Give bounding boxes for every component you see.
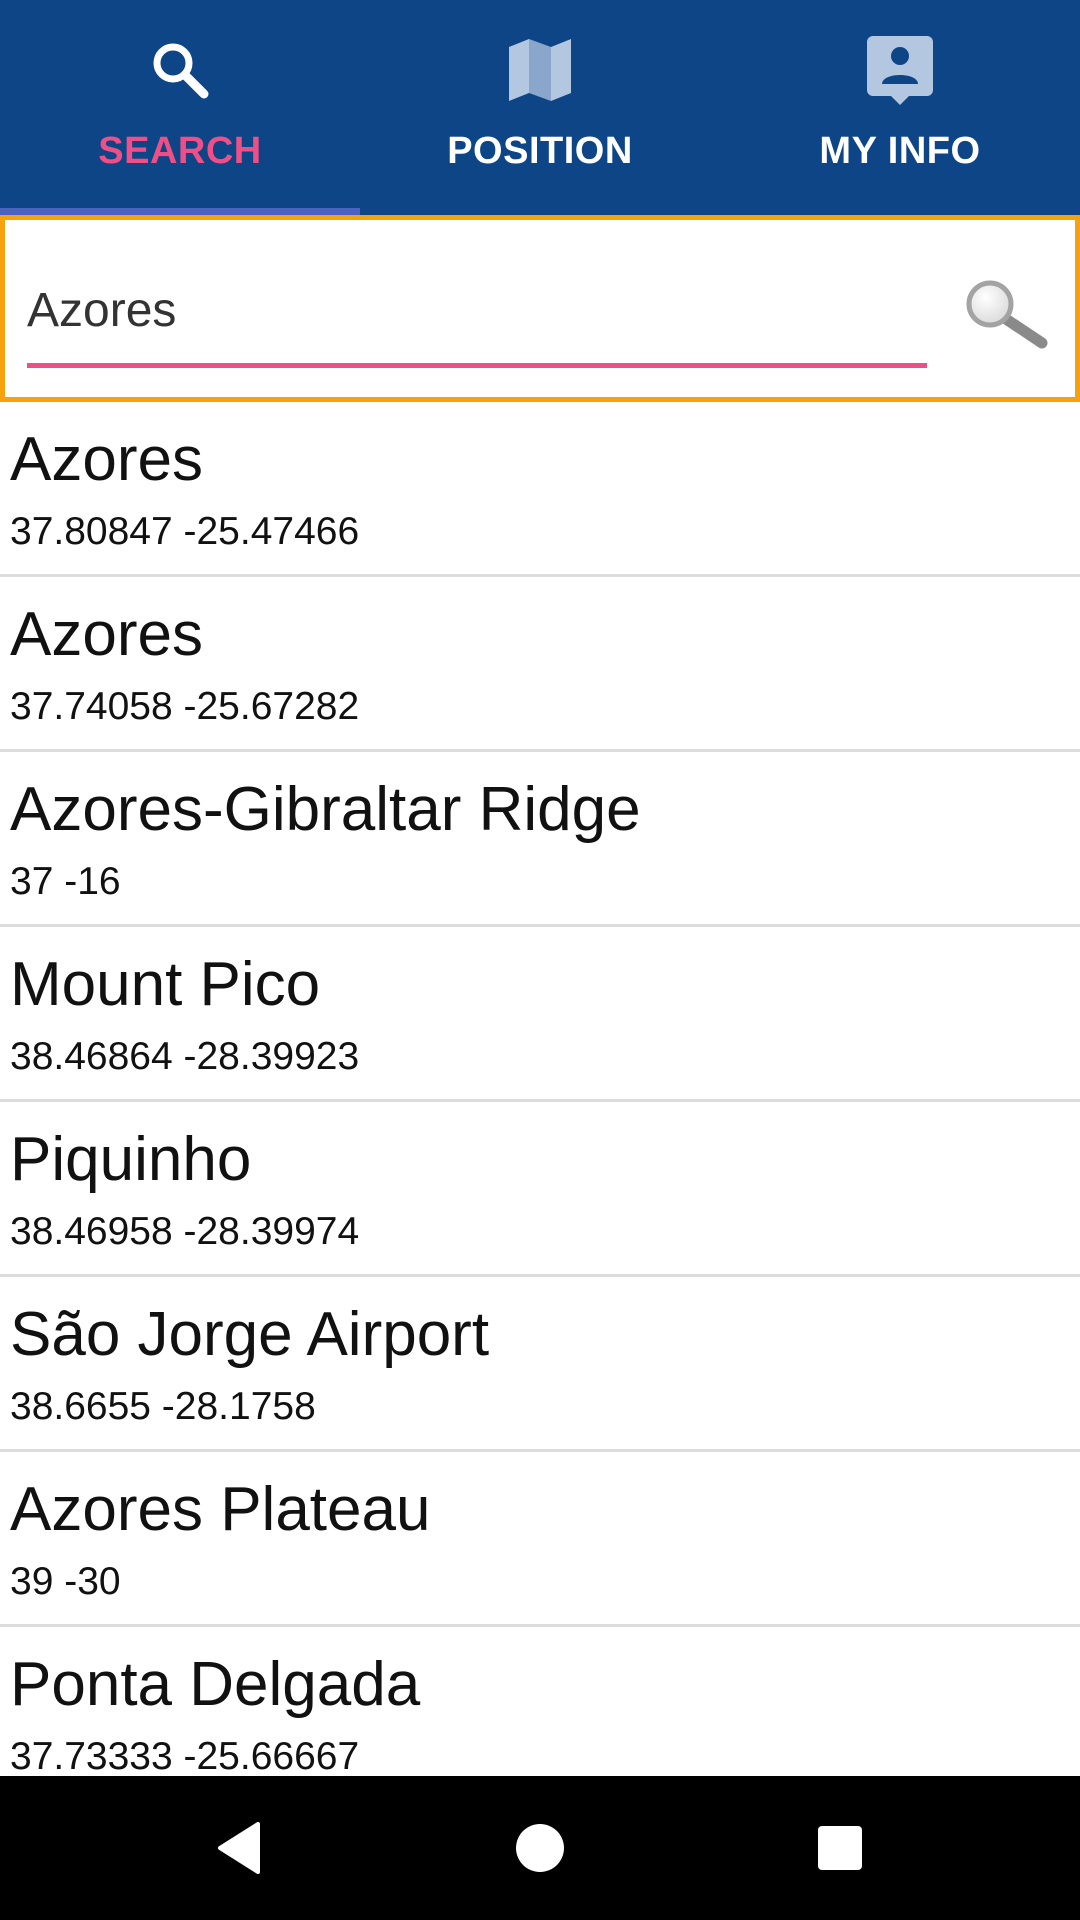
list-item[interactable]: Azores 37.80847 -25.47466 (0, 402, 1080, 577)
result-coordinates: 39 -30 (10, 1560, 121, 1603)
recents-button[interactable] (790, 1798, 890, 1898)
tab-position[interactable]: POSITION (360, 0, 720, 215)
result-coordinates: 37 -16 (10, 860, 121, 903)
magnifier-icon (966, 280, 1048, 349)
results-list: Azores 37.80847 -25.47466 Azores 37.7405… (0, 402, 1080, 1776)
result-coordinates: 37.74058 -25.67282 (10, 685, 360, 728)
list-item[interactable]: Azores Plateau 39 -30 (0, 1452, 1080, 1627)
result-name: Mount Pico (10, 950, 321, 1019)
result-name: Azores Plateau (10, 1475, 431, 1544)
result-coordinates: 37.73333 -25.66667 (10, 1735, 360, 1776)
result-name: Azores (10, 425, 203, 494)
tab-search[interactable]: SEARCH (0, 0, 360, 215)
home-circle-icon (516, 1824, 564, 1872)
list-item[interactable]: Mount Pico 38.46864 -28.39923 (0, 927, 1080, 1102)
app-root: SEARCH POSITION MY INFO Azores Azores 37… (0, 0, 1080, 1920)
home-button[interactable] (490, 1798, 590, 1898)
back-triangle-icon (218, 1822, 260, 1874)
result-name: São Jorge Airport (10, 1300, 490, 1369)
result-coordinates: 38.46958 -28.39974 (10, 1210, 360, 1253)
tab-search-label: SEARCH (98, 130, 262, 172)
search-icon (142, 32, 218, 108)
result-coordinates: 38.6655 -28.1758 (10, 1385, 316, 1428)
list-item[interactable]: Azores-Gibraltar Ridge 37 -16 (0, 752, 1080, 927)
active-tab-indicator (0, 208, 360, 215)
result-name: Piquinho (10, 1125, 252, 1194)
recents-square-icon (818, 1826, 862, 1870)
search-input[interactable] (27, 280, 927, 340)
list-item[interactable]: Ponta Delgada 37.73333 -25.66667 (0, 1627, 1080, 1776)
tab-bar: SEARCH POSITION MY INFO (0, 0, 1080, 215)
search-input-underline (27, 363, 927, 368)
list-item[interactable]: São Jorge Airport 38.6655 -28.1758 (0, 1277, 1080, 1452)
tab-my-info[interactable]: MY INFO (720, 0, 1080, 215)
tab-my-info-label: MY INFO (819, 130, 981, 172)
list-item[interactable]: Piquinho 38.46958 -28.39974 (0, 1102, 1080, 1277)
system-navigation-bar (0, 1776, 1080, 1920)
tab-position-label: POSITION (447, 130, 633, 172)
result-name: Azores-Gibraltar Ridge (10, 775, 641, 844)
result-name: Azores (10, 600, 203, 669)
result-name: Ponta Delgada (10, 1650, 421, 1719)
map-icon (502, 32, 578, 108)
list-item[interactable]: Azores 37.74058 -25.67282 (0, 577, 1080, 752)
back-button[interactable] (190, 1798, 290, 1898)
search-box (0, 215, 1080, 402)
contact-info-icon (862, 32, 938, 108)
result-coordinates: 37.80847 -25.47466 (10, 510, 360, 553)
search-button[interactable] (960, 270, 1050, 360)
result-coordinates: 38.46864 -28.39923 (10, 1035, 360, 1078)
